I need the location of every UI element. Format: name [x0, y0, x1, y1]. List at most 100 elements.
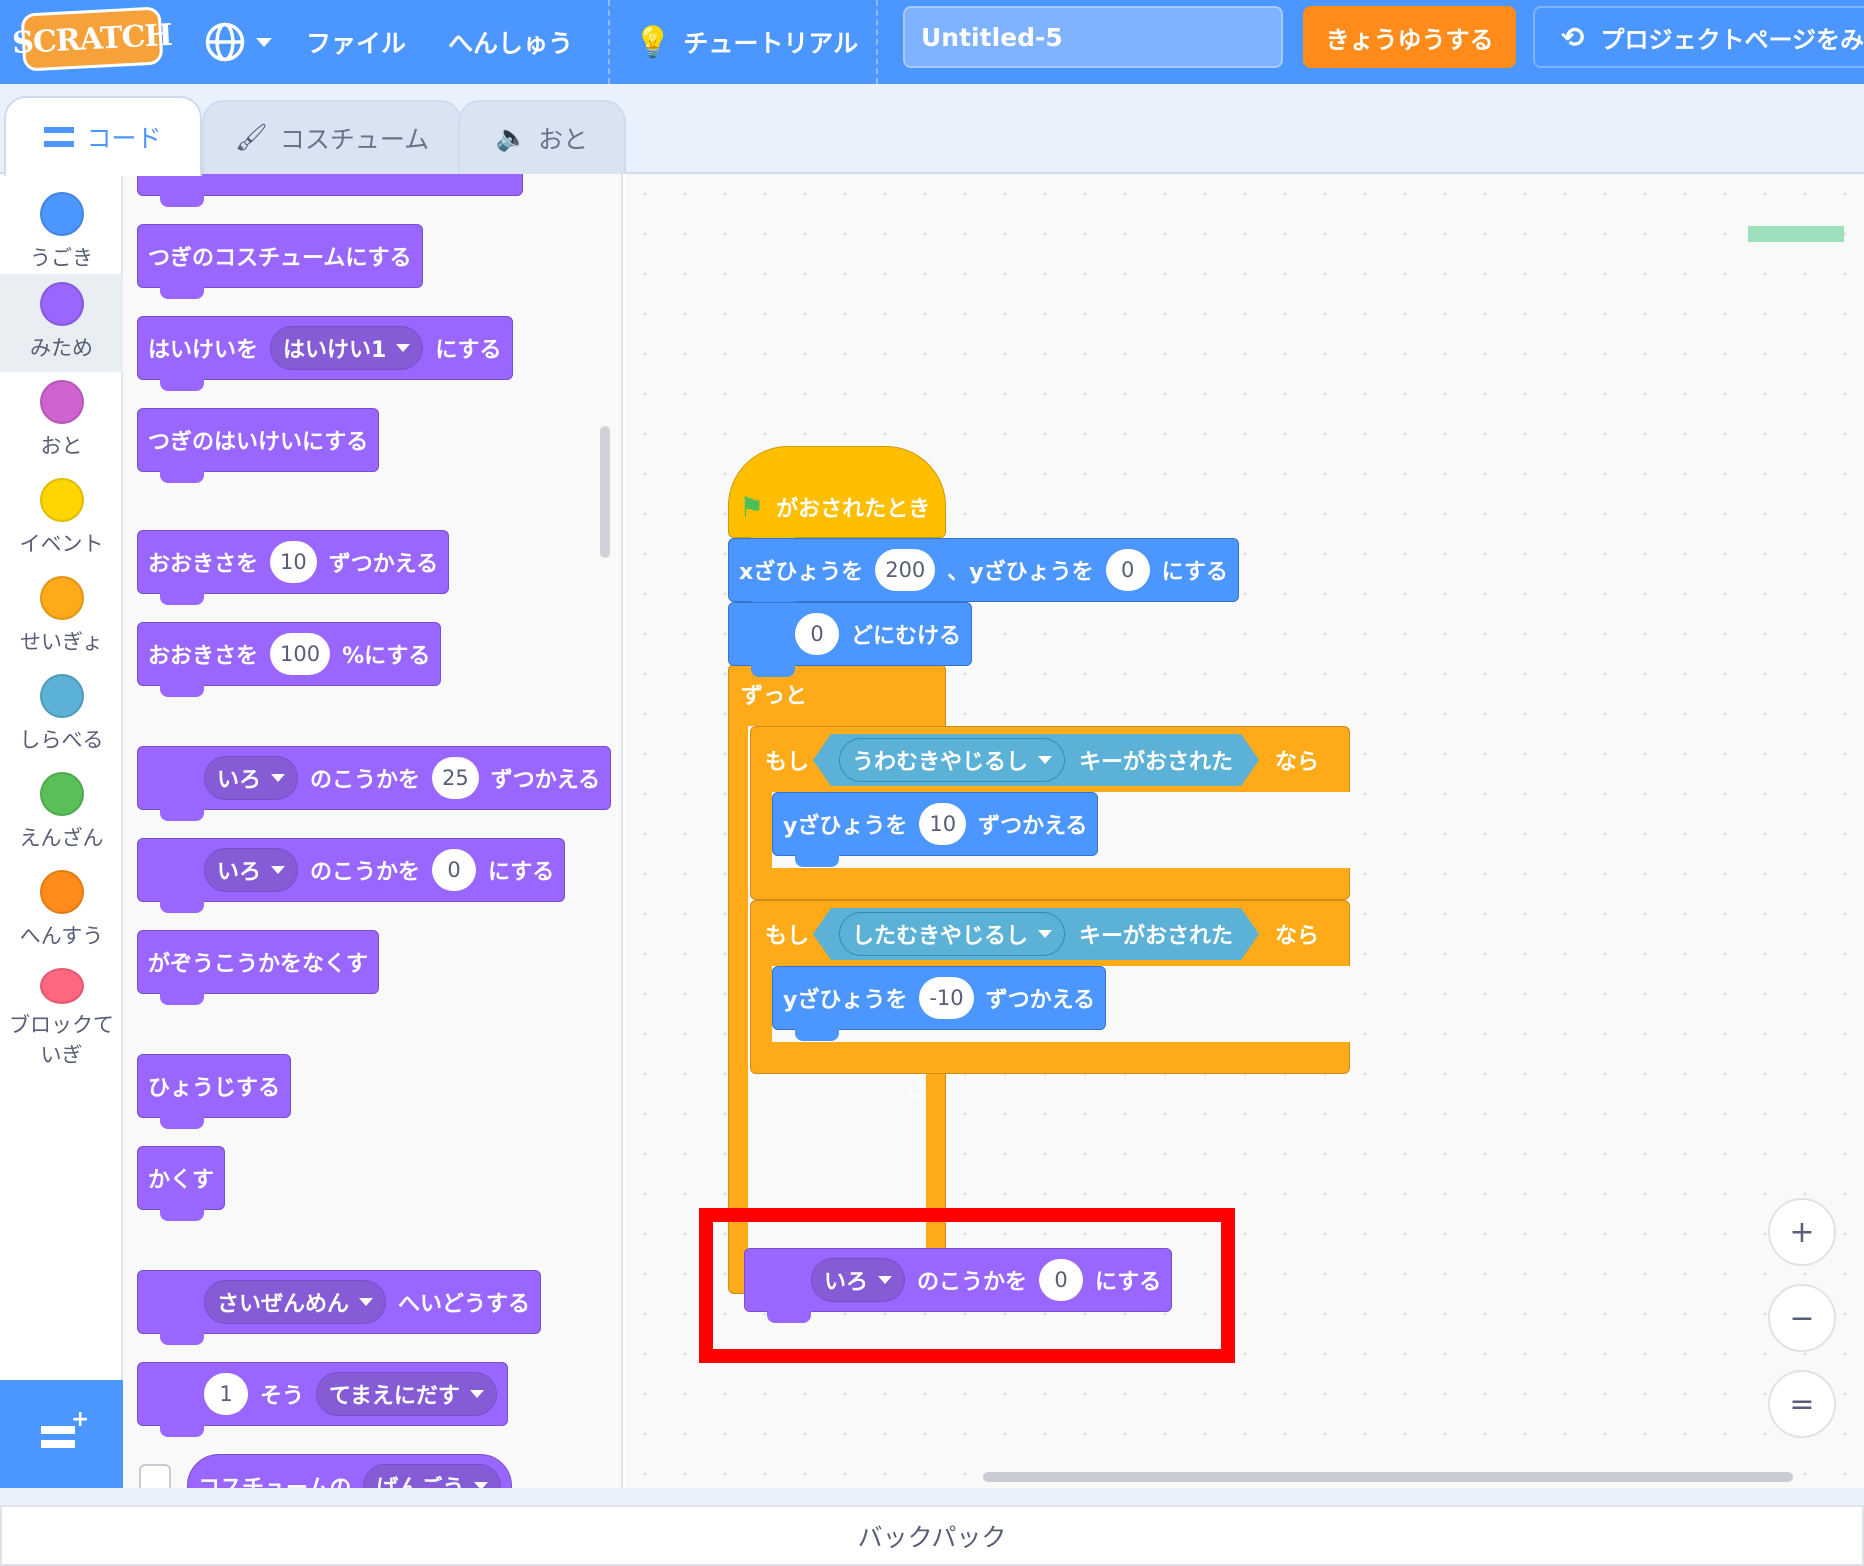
speaker-icon: 🔈 [495, 123, 529, 153]
y-input[interactable]: 0 [1105, 549, 1150, 591]
category-operators[interactable]: えんざん [0, 764, 123, 862]
x-input[interactable]: 200 [875, 549, 936, 591]
tab-sounds-label: おと [538, 125, 589, 154]
costume-attr-dropdown[interactable]: ばんごう [363, 1464, 502, 1488]
stage-indicator [1748, 226, 1844, 242]
palette-scrollbar[interactable] [600, 426, 610, 558]
number-input[interactable]: 1 [204, 1373, 248, 1415]
category-label: おと [40, 434, 83, 458]
number-input[interactable]: 10 [270, 541, 317, 583]
tab-sounds[interactable]: 🔈 おと [458, 100, 626, 174]
language-menu[interactable] [204, 0, 272, 84]
palette-costume-reporter[interactable]: コスチュームの ばんごう [187, 1454, 513, 1488]
tab-code[interactable]: コード [4, 96, 202, 176]
zoom-reset-icon: = [1789, 1386, 1815, 1422]
key-dropdown[interactable]: うわむきやじるし [839, 738, 1065, 782]
block-text: はいけいを [148, 338, 259, 363]
direction-dropdown[interactable]: てまえにだす [316, 1372, 497, 1416]
block-text: にする [488, 860, 555, 885]
key-dropdown[interactable]: したむきやじるし [839, 912, 1065, 956]
reporter-checkbox[interactable] [139, 1464, 171, 1488]
category-label: せいぎょ [20, 630, 103, 654]
palette-show[interactable]: ひょうじする [137, 1054, 292, 1129]
globe-icon [205, 22, 245, 62]
effect-dropdown[interactable]: いろ [204, 848, 299, 892]
key-pressed-condition-up[interactable]: うわむきやじるし キーがおされた [813, 734, 1259, 786]
change-y-block[interactable]: yざひょうを 10 ずつかえる [772, 792, 1099, 867]
block-text: %にする [342, 644, 431, 669]
palette-next-costume[interactable]: つぎのコスチュームにする [137, 224, 423, 299]
block-text: のこうかを [310, 768, 421, 793]
block-text: がぞうこうかをなくす [148, 952, 369, 977]
when-flag-clicked-block[interactable]: ⚑ がおされたとき [728, 446, 946, 549]
share-button[interactable]: きょうゆうする [1303, 6, 1516, 68]
category-dot [39, 478, 84, 522]
zoom-reset-button[interactable]: = [1768, 1370, 1836, 1438]
see-project-page-button[interactable]: ⟲ プロジェクトページをみ [1533, 6, 1864, 68]
category-label: ブロックていぎ [9, 1013, 114, 1067]
block-text: つぎのコスチュームにする [148, 246, 412, 271]
tab-costumes[interactable]: 🖌 コスチューム [202, 100, 462, 174]
zoom-out-button[interactable]: − [1768, 1284, 1836, 1352]
category-dot [39, 282, 84, 326]
palette-set-size[interactable]: おおきさを 100 %にする [137, 622, 442, 697]
file-menu[interactable]: ファイル [306, 0, 406, 84]
backdrop-dropdown[interactable]: はいけい1 [270, 326, 424, 370]
category-control[interactable]: せいぎょ [0, 568, 123, 666]
block-text: おおきさを [148, 644, 259, 669]
category-sensing[interactable]: しらべる [0, 666, 123, 764]
loop-arrow-icon: ↺ [905, 1076, 927, 1106]
scratch-logo[interactable]: SCRATCH [11, 6, 173, 72]
category-sound[interactable]: おと [0, 372, 123, 470]
block-text: にする [435, 338, 502, 363]
direction-input[interactable]: 0 [795, 613, 839, 655]
if-label: もし [765, 750, 810, 775]
backpack-bar[interactable]: バックパック [0, 1505, 1864, 1566]
palette-go-layers[interactable]: 1 そう てまえにだす [137, 1362, 508, 1437]
palette-next-backdrop[interactable]: つぎのはいけいにする [137, 408, 380, 483]
palette-change-effect[interactable]: いろ のこうかを 25 ずつかえる [137, 746, 612, 821]
palette-go-to-layer[interactable]: さいぜんめん へいどうする [137, 1270, 542, 1345]
effect-dropdown[interactable]: いろ [204, 756, 299, 800]
block-text: キーがおされた [1079, 924, 1234, 949]
category-label: うごき [30, 246, 93, 270]
code-blocks-icon [44, 127, 75, 147]
number-input[interactable]: 100 [270, 633, 331, 675]
chevron-down-icon [256, 37, 272, 47]
block-text: のこうかを [310, 860, 421, 885]
tutorials-button[interactable]: 💡 チュートリアル [634, 0, 858, 84]
palette-switch-backdrop[interactable]: はいけいを はいけい1 にする [137, 316, 513, 391]
category-variables[interactable]: へんすう [0, 862, 123, 960]
number-input[interactable]: 0 [432, 849, 477, 891]
palette-block-partial[interactable] [137, 174, 523, 207]
go-to-xy-block[interactable]: xざひょうを 200 、yざひょうを 0 にする [728, 538, 1239, 613]
zoom-in-button[interactable]: + [1768, 1198, 1836, 1266]
number-input[interactable]: -10 [919, 977, 974, 1019]
script-area-horizontal-scrollbar[interactable] [983, 1472, 1793, 1482]
category-my-blocks[interactable]: ブロックていぎ [0, 960, 123, 1070]
dropdown-value: いろ [217, 768, 262, 793]
paintbrush-icon: 🖌 [234, 123, 268, 153]
if-label: もし [765, 924, 810, 949]
dropdown-value: ばんごう [376, 1470, 464, 1488]
then-label: なら [1275, 924, 1320, 949]
block-text: ずつかえる [978, 814, 1088, 839]
palette-clear-effects[interactable]: がぞうこうかをなくす [137, 930, 380, 1005]
change-y-block[interactable]: yざひょうを -10 ずつかえる [772, 966, 1106, 1041]
number-input[interactable]: 25 [432, 757, 479, 799]
project-title-input[interactable]: Untitled-5 [903, 6, 1283, 68]
key-pressed-condition-down[interactable]: したむきやじるし キーがおされた [813, 908, 1259, 960]
layer-dropdown[interactable]: さいぜんめん [204, 1280, 387, 1324]
point-in-direction-block[interactable]: 0 どにむける [728, 602, 973, 677]
block-text: ずつかえる [985, 988, 1095, 1013]
category-events[interactable]: イベント [0, 470, 123, 568]
edit-menu[interactable]: へんしゅう [448, 0, 573, 84]
palette-change-size[interactable]: おおきさを 10 ずつかえる [137, 530, 450, 605]
number-input[interactable]: 10 [919, 803, 967, 845]
palette-hide[interactable]: かくす [137, 1146, 226, 1221]
category-menu: うごき みため おと イベント せいぎょ しらべる えんざん へんすう ブロック… [0, 174, 123, 1380]
category-motion[interactable]: うごき [0, 184, 123, 282]
add-extension-button[interactable]: + [0, 1380, 123, 1488]
palette-set-effect[interactable]: いろ のこうかを 0 にする [137, 838, 566, 913]
category-looks[interactable]: みため [0, 274, 123, 372]
